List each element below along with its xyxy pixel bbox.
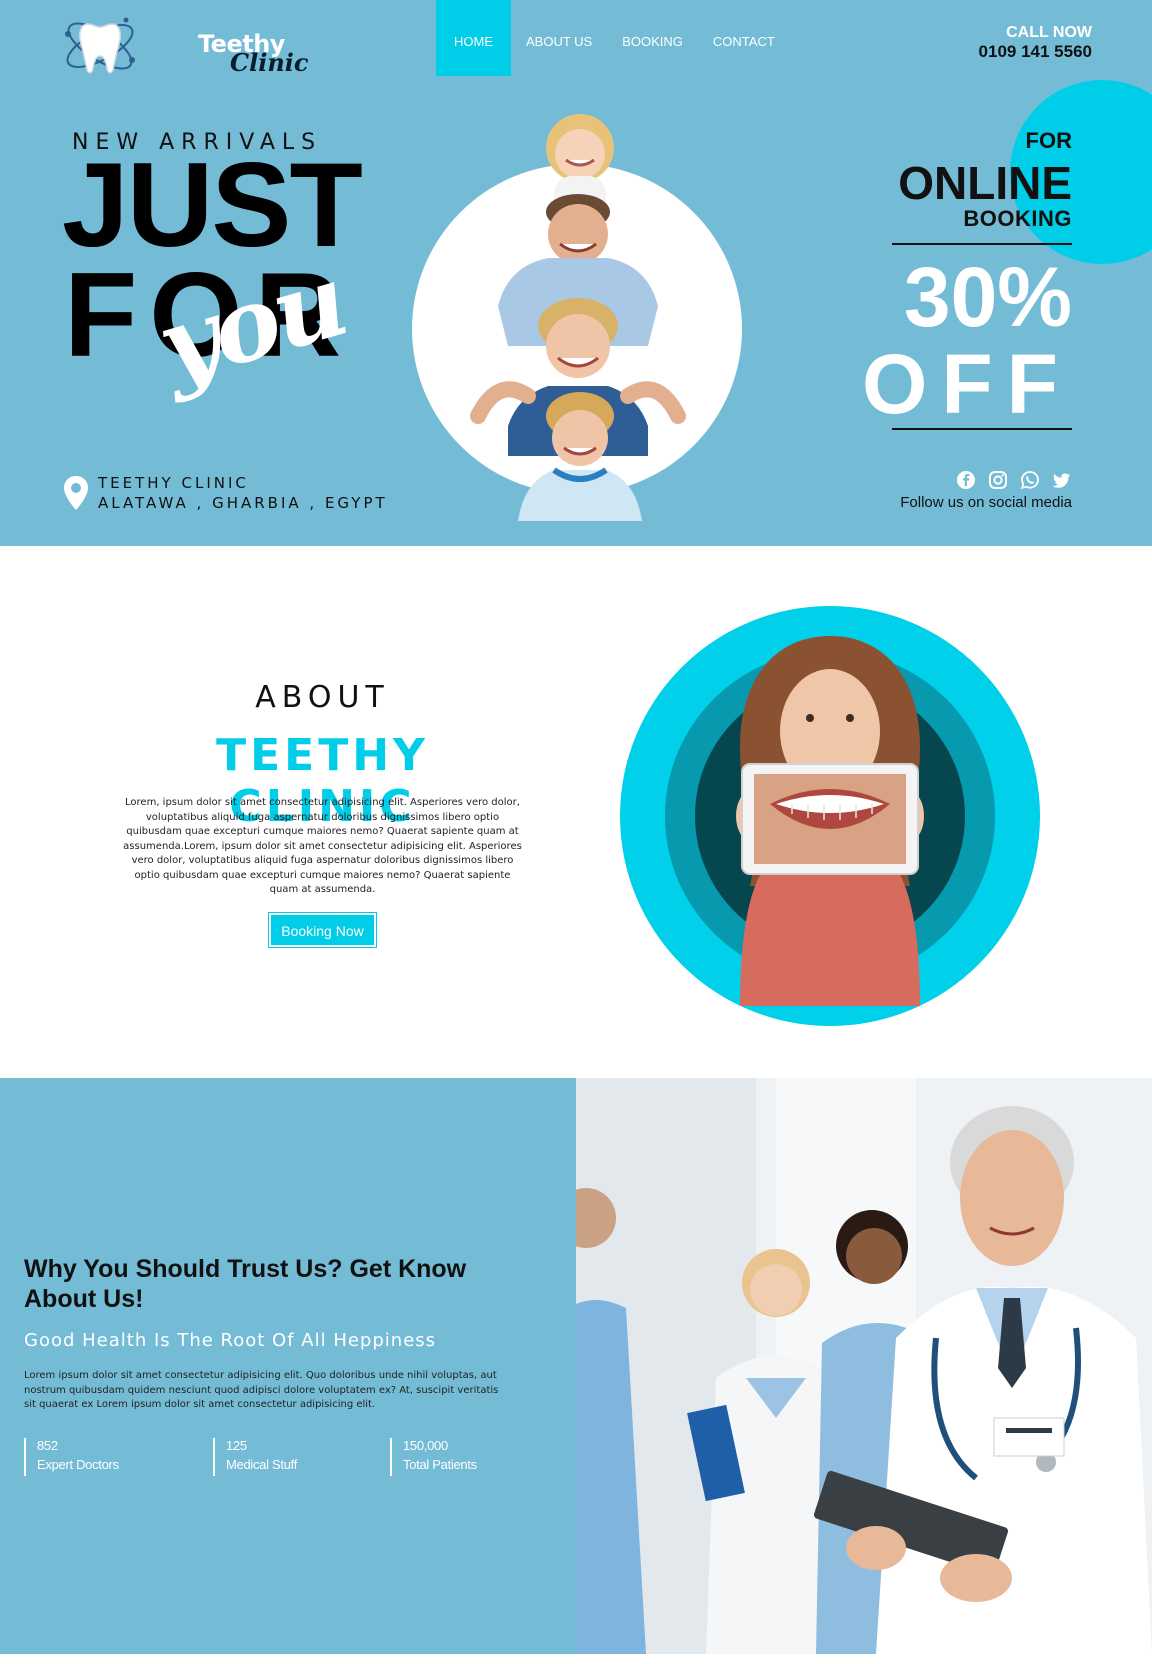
stat-label: Medical Stuff xyxy=(226,1457,298,1472)
clinic-logo[interactable]: Teethy Clinic xyxy=(60,8,309,80)
stat-label: Expert Doctors xyxy=(37,1457,119,1472)
promo-divider-top xyxy=(892,243,1072,245)
twitter-icon[interactable] xyxy=(1052,470,1072,490)
whatsapp-icon[interactable] xyxy=(1020,470,1040,490)
stat-label: Total Patients xyxy=(403,1457,477,1472)
nav-home[interactable]: HOME xyxy=(436,0,511,76)
stat-medical-stuff: 125 Medical Stuff xyxy=(213,1438,297,1476)
doctors-team-photo xyxy=(576,1078,1152,1654)
promo-for: FOR xyxy=(1025,128,1072,153)
facebook-icon[interactable] xyxy=(956,470,976,490)
stat-number: 125 xyxy=(226,1438,247,1453)
location-address: ALATAWA , GHARBIA , EGYPT xyxy=(98,494,388,512)
promo-divider-bottom xyxy=(892,428,1072,430)
social-caption: Follow us on social media xyxy=(900,494,1072,511)
family-photo xyxy=(470,114,686,521)
stat-total-patients: 150,000 Total Patients xyxy=(390,1438,477,1476)
promo-percent: 30% xyxy=(903,250,1072,344)
hero-section: Teethy Clinic HOME ABOUT US BOOKING CONT… xyxy=(0,0,1152,546)
trust-text: Lorem ipsum dolor sit amet consectetur a… xyxy=(24,1370,499,1410)
location-name: TEETHY CLINIC xyxy=(98,474,249,492)
promo-booking: BOOKING xyxy=(963,206,1072,231)
main-nav: HOME ABOUT US BOOKING CONTACT xyxy=(436,0,790,76)
nav-about-us[interactable]: ABOUT US xyxy=(511,0,607,76)
nav-contact[interactable]: CONTACT xyxy=(698,0,790,76)
trust-title: Why You Should Trust Us? Get Know About … xyxy=(24,1255,467,1313)
booking-now-button[interactable]: Booking Now xyxy=(269,913,376,947)
stat-number: 150,000 xyxy=(403,1438,448,1453)
trust-subtitle: Good Health Is The Root Of All Heppiness xyxy=(24,1330,437,1351)
promo-online: ONLINE xyxy=(898,157,1072,209)
social-icons xyxy=(956,470,1072,490)
tooth-logo-icon xyxy=(65,17,135,74)
call-now-label: CALL NOW xyxy=(1006,24,1092,41)
stat-expert-doctors: 852 Expert Doctors xyxy=(24,1438,119,1476)
about-section: ABOUT TEETHY CLINIC Lorem, ipsum dolor s… xyxy=(0,546,1152,1078)
smiling-woman-photo xyxy=(736,636,924,1006)
location-pin-icon xyxy=(64,476,88,510)
logo-text-clinic: Clinic xyxy=(230,48,309,77)
about-text: Lorem, ipsum dolor sit amet consectetur … xyxy=(123,797,522,895)
about-label: ABOUT xyxy=(255,680,390,715)
promo-off: OFF xyxy=(862,337,1072,431)
trust-section: Why You Should Trust Us? Get Know About … xyxy=(0,1078,576,1654)
phone-number[interactable]: 0109 141 5560 xyxy=(979,42,1092,62)
nav-booking[interactable]: BOOKING xyxy=(607,0,698,76)
instagram-icon[interactable] xyxy=(988,470,1008,490)
stat-number: 852 xyxy=(37,1438,58,1453)
